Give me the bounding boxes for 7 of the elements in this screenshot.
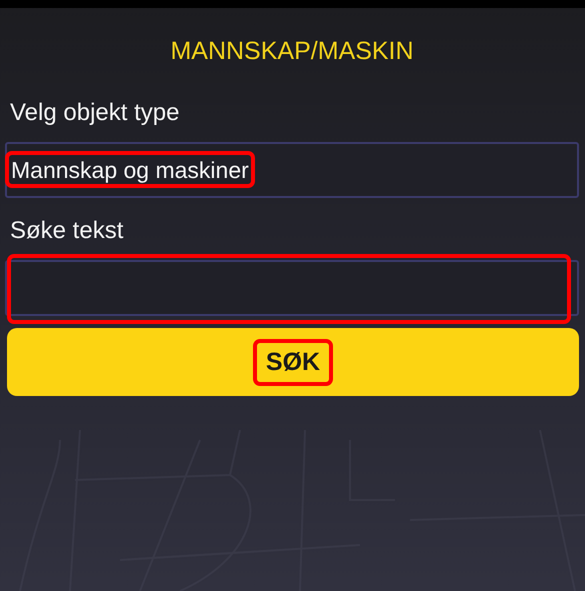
field-label: Velg objekt type: [10, 98, 180, 128]
object-type-dropdown[interactable]: Mannskap og maskiner: [5, 142, 579, 198]
selected-value: Mannskap og maskiner: [11, 156, 249, 182]
search-button[interactable]: SØK: [7, 328, 579, 396]
screen-title: MANNSKAP/MASKIN: [170, 36, 414, 66]
search-field[interactable]: [5, 260, 579, 316]
field-label: Søke tekst: [10, 216, 124, 246]
